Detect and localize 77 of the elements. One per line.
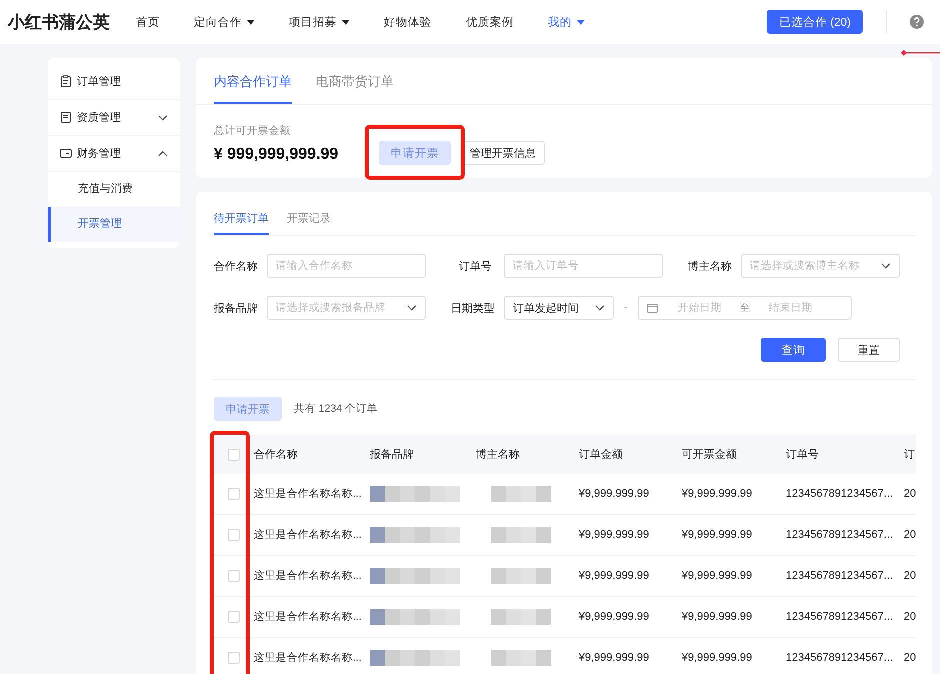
table-cell: ¥9,999,999.99	[579, 652, 650, 664]
nav-item[interactable]: 好物体验	[384, 14, 432, 30]
field-label: 日期类型	[451, 302, 492, 316]
field-label: 订单号	[458, 260, 492, 274]
table-cell: ¥9,999,999.99	[682, 570, 752, 582]
nav-item[interactable]: 首页	[136, 14, 160, 30]
nav-item[interactable]: 我的	[548, 14, 585, 30]
app-logo[interactable]: 小红书蒲公英	[8, 10, 136, 34]
nav-item[interactable]: 定向合作	[194, 14, 255, 30]
checkbox[interactable]	[228, 488, 240, 500]
sidebar-item[interactable]: 资质管理	[48, 100, 180, 136]
chevron-down-icon	[881, 263, 891, 269]
nav-item[interactable]: 项目招募	[289, 14, 350, 30]
tab[interactable]: 待开票订单	[214, 192, 269, 235]
order-count-text: 共有 1234 个订单	[294, 402, 378, 416]
table-cell: ¥9,999,999.99	[579, 611, 650, 623]
nav-item[interactable]: 优质案例	[466, 14, 514, 30]
reset-button[interactable]: 重置	[838, 338, 900, 362]
checkbox[interactable]	[228, 570, 240, 582]
table-cell: 20	[904, 570, 916, 582]
amount-label: 总计可开票金额	[214, 124, 292, 138]
query-button[interactable]: 查询	[761, 338, 826, 362]
column-header: 订	[904, 449, 915, 461]
document-icon	[60, 111, 72, 124]
input-field[interactable]: 请输入合作名称	[267, 254, 426, 278]
chevron-down-icon	[407, 305, 417, 311]
tab[interactable]: 内容合作订单	[214, 58, 292, 104]
checkbox[interactable]	[228, 448, 240, 461]
separator-text: -	[623, 302, 629, 314]
table-cell: 20	[904, 611, 916, 623]
table-cell: ¥9,999,999.99	[682, 488, 752, 500]
checkbox[interactable]	[228, 611, 240, 624]
table-cell: ¥9,999,999.99	[682, 529, 752, 541]
sidebar-item[interactable]: 充值与消费	[48, 172, 180, 207]
table-cell: 这里是合作名称名称...	[254, 529, 362, 541]
column-header: 报备品牌	[370, 449, 414, 461]
field-label: 博主名称	[688, 260, 729, 274]
table-cell: 这里是合作名称名称...	[254, 488, 362, 500]
field-label: 报备品牌	[214, 302, 255, 316]
tab[interactable]: 电商带货订单	[316, 58, 394, 104]
amount-value: ¥ 999,999,999.99	[214, 146, 340, 164]
table-cell: 1234567891234567...	[786, 611, 894, 623]
table-cell: 20	[904, 529, 916, 541]
chevron-down-icon	[595, 305, 605, 311]
checkbox[interactable]	[228, 652, 240, 664]
table-cell: ¥9,999,999.99	[579, 529, 650, 541]
wallet-icon	[60, 147, 72, 160]
table-cell: 20	[904, 652, 916, 664]
column-header: 订单金额	[579, 449, 623, 461]
table-cell: 这里是合作名称名称...	[254, 652, 362, 664]
table-cell: ¥9,999,999.99	[579, 570, 650, 582]
table-cell: ¥9,999,999.99	[579, 488, 650, 500]
column-header: 可开票金额	[682, 449, 737, 461]
table-cell: 这里是合作名称名称...	[254, 611, 362, 623]
table-cell: 1234567891234567...	[786, 652, 894, 664]
select-field[interactable]: 订单发起时间	[504, 296, 614, 320]
table-cell: ¥9,999,999.99	[682, 652, 752, 664]
field-label: 合作名称	[214, 260, 255, 274]
column-header: 博主名称	[476, 449, 520, 461]
tab[interactable]: 开票记录	[287, 192, 331, 235]
input-field[interactable]: 请输入订单号	[504, 254, 663, 278]
column-header: 合作名称	[254, 449, 298, 461]
checkbox[interactable]	[228, 529, 240, 542]
table-cell: 1234567891234567...	[786, 488, 894, 500]
column-header: 订单号	[786, 449, 819, 461]
table-cell: 20	[904, 488, 916, 500]
help-icon[interactable]	[910, 15, 924, 29]
sidebar-item[interactable]: 开票管理	[48, 207, 180, 242]
sidebar-item[interactable]: 订单管理	[48, 64, 180, 100]
table-cell: 这里是合作名称名称...	[254, 570, 362, 582]
selected-collaborations-button[interactable]: 已选合作 (20)	[767, 10, 863, 34]
clipboard-icon	[60, 75, 72, 88]
calendar-icon	[647, 303, 658, 313]
table-cell: ¥9,999,999.99	[682, 611, 752, 623]
table-cell: 1234567891234567...	[786, 529, 894, 541]
table-cell: 1234567891234567...	[786, 570, 894, 582]
sidebar-item[interactable]: 财务管理	[48, 136, 180, 172]
